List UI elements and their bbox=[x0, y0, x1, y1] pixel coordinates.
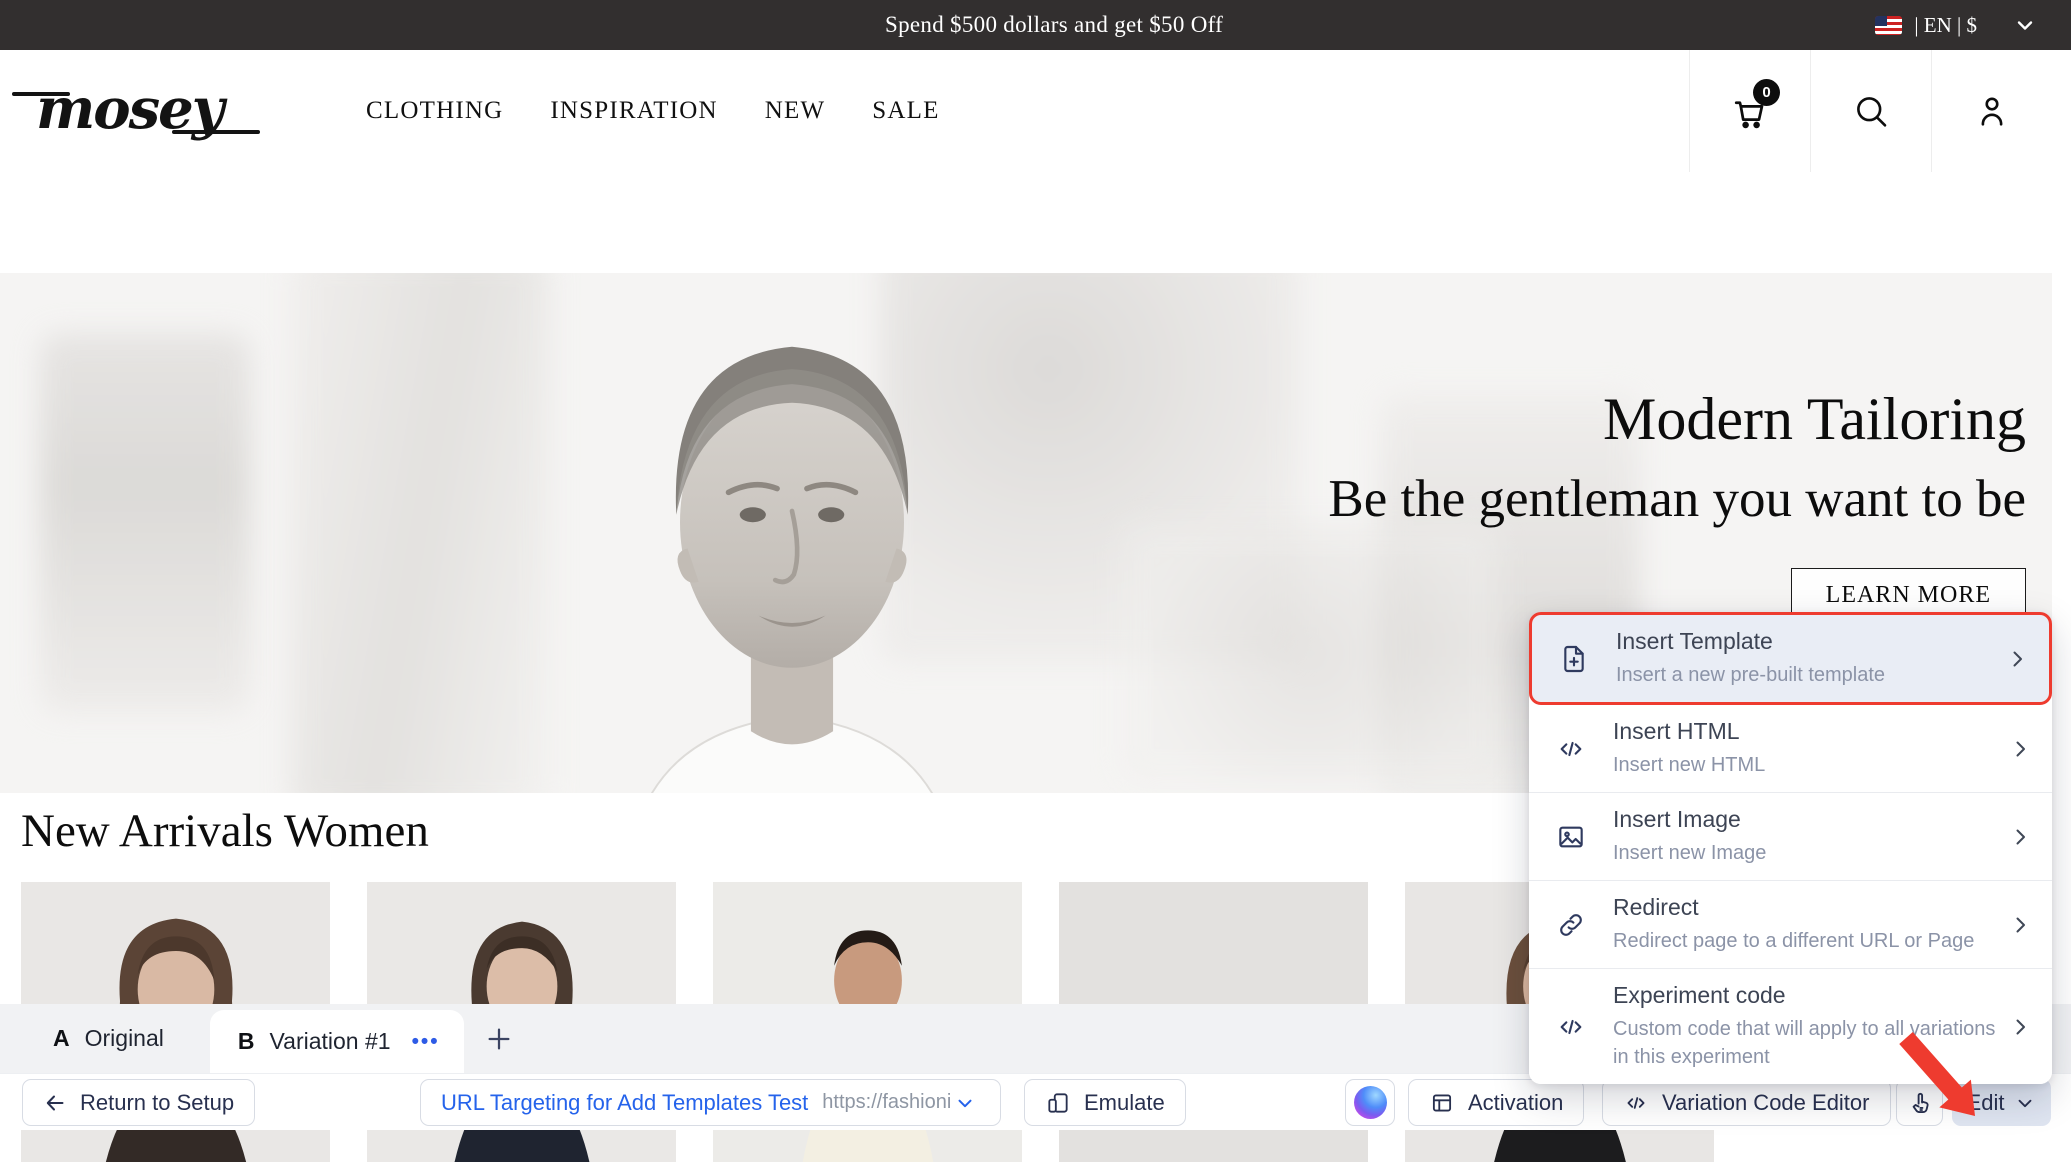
hero-subtitle: Be the gentleman you want to be bbox=[1328, 473, 2026, 526]
menu-item-title: Experiment code bbox=[1613, 982, 1996, 1009]
menu-item-subtitle: Redirect page to a different URL or Page bbox=[1613, 927, 1996, 955]
nav-links: CLOTHING INSPIRATION NEW SALE bbox=[366, 50, 940, 172]
menu-item-insert-template[interactable]: Insert Template Insert a new pre-built t… bbox=[1529, 612, 2052, 705]
variation-code-editor-button[interactable]: Variation Code Editor bbox=[1602, 1079, 1891, 1126]
hero-bg-shape bbox=[290, 273, 550, 793]
site-navbar: mosey CLOTHING INSPIRATION NEW SALE 0 bbox=[0, 50, 2071, 172]
tab-label: Original bbox=[85, 1025, 164, 1052]
ai-orb-icon bbox=[1354, 1086, 1387, 1119]
link-icon bbox=[1555, 909, 1589, 941]
hand-pointer-icon bbox=[1906, 1089, 1934, 1117]
tab-variation-1[interactable]: B Variation #1 ••• bbox=[210, 1010, 464, 1073]
nav-link-inspiration[interactable]: INSPIRATION bbox=[550, 97, 717, 125]
hero-title: Modern Tailoring bbox=[1328, 389, 2026, 449]
menu-item-experiment-code[interactable]: Experiment code Custom code that will ap… bbox=[1529, 968, 2052, 1084]
code-icon bbox=[1555, 733, 1589, 765]
interactive-mode-button[interactable] bbox=[1896, 1079, 1943, 1126]
hero-man-photo bbox=[512, 273, 1072, 793]
emulate-label: Emulate bbox=[1084, 1090, 1165, 1116]
tab-original[interactable]: A Original bbox=[0, 1004, 210, 1073]
chevron-right-icon bbox=[2008, 913, 2032, 937]
image-icon bbox=[1555, 821, 1589, 853]
menu-item-subtitle: Insert new HTML bbox=[1613, 751, 1996, 779]
devices-icon bbox=[1045, 1090, 1071, 1116]
hero-bg-shape bbox=[40, 333, 250, 713]
nav-link-sale[interactable]: SALE bbox=[872, 97, 939, 125]
menu-item-insert-image[interactable]: Insert Image Insert new Image bbox=[1529, 792, 2052, 880]
promo-text: Spend $500 dollars and get $50 Off bbox=[885, 0, 1223, 50]
menu-item-redirect[interactable]: Redirect Redirect page to a different UR… bbox=[1529, 880, 2052, 968]
hero-copy: Modern Tailoring Be the gentleman you wa… bbox=[1328, 389, 2026, 623]
cart-button[interactable]: 0 bbox=[1689, 50, 1810, 172]
edit-label: Edit bbox=[1967, 1090, 2005, 1116]
chevron-right-icon bbox=[2005, 647, 2029, 671]
code-icon bbox=[1623, 1090, 1649, 1116]
promo-banner: Spend $500 dollars and get $50 Off | EN … bbox=[0, 0, 2071, 50]
code-editor-label: Variation Code Editor bbox=[1662, 1090, 1870, 1116]
experiment-url: https://fashionize bbox=[822, 1091, 950, 1114]
chevron-right-icon bbox=[2008, 737, 2032, 761]
layout-panel-icon bbox=[1429, 1090, 1455, 1116]
edit-dropdown-button[interactable]: Edit bbox=[1952, 1079, 2051, 1126]
insert-context-menu: Insert Template Insert a new pre-built t… bbox=[1529, 612, 2052, 1084]
us-flag-icon bbox=[1875, 16, 1902, 35]
locale-label: | EN | $ bbox=[1914, 13, 1977, 38]
menu-item-insert-html[interactable]: Insert HTML Insert new HTML bbox=[1529, 705, 2052, 792]
search-button[interactable] bbox=[1810, 50, 1931, 172]
ai-assistant-button[interactable] bbox=[1345, 1079, 1395, 1126]
tab-letter: A bbox=[53, 1025, 70, 1052]
search-icon bbox=[1850, 90, 1892, 132]
activation-button[interactable]: Activation bbox=[1408, 1079, 1584, 1126]
experiment-name: URL Targeting for Add Templates Test bbox=[441, 1090, 808, 1116]
return-label: Return to Setup bbox=[80, 1090, 234, 1116]
experiment-url-selector[interactable]: URL Targeting for Add Templates Test htt… bbox=[420, 1079, 1001, 1126]
tab-label: Variation #1 bbox=[270, 1028, 391, 1055]
tab-options-dots[interactable]: ••• bbox=[412, 1030, 440, 1054]
document-plus-icon bbox=[1558, 643, 1592, 675]
chevron-right-icon bbox=[2008, 825, 2032, 849]
menu-item-subtitle: Insert new Image bbox=[1613, 839, 1996, 867]
chevron-right-icon bbox=[2008, 1015, 2032, 1039]
chevron-down-icon bbox=[954, 1092, 976, 1114]
chevron-down-icon bbox=[2014, 1092, 2036, 1114]
arrow-left-icon bbox=[43, 1091, 67, 1115]
tab-letter: B bbox=[238, 1028, 255, 1055]
menu-item-title: Insert HTML bbox=[1613, 718, 1996, 745]
menu-item-subtitle: Custom code that will apply to all varia… bbox=[1613, 1015, 1996, 1071]
add-variation-button[interactable] bbox=[484, 1024, 514, 1054]
user-icon bbox=[1971, 90, 2013, 132]
menu-item-subtitle: Insert a new pre-built template bbox=[1616, 661, 1993, 689]
cart-count-badge: 0 bbox=[1753, 79, 1780, 106]
locale-selector[interactable]: | EN | $ bbox=[1875, 0, 2037, 50]
site-logo[interactable]: mosey bbox=[36, 76, 222, 142]
menu-item-title: Redirect bbox=[1613, 894, 1996, 921]
emulate-button[interactable]: Emulate bbox=[1024, 1079, 1186, 1126]
activation-label: Activation bbox=[1468, 1090, 1563, 1116]
nav-icons: 0 bbox=[1689, 50, 2052, 172]
menu-item-title: Insert Image bbox=[1613, 806, 1996, 833]
nav-link-clothing[interactable]: CLOTHING bbox=[366, 97, 503, 125]
chevron-down-icon bbox=[2013, 13, 2037, 37]
code-icon bbox=[1555, 1011, 1589, 1043]
menu-item-title: Insert Template bbox=[1616, 628, 1993, 655]
account-button[interactable] bbox=[1931, 50, 2052, 172]
return-to-setup-button[interactable]: Return to Setup bbox=[22, 1079, 255, 1126]
nav-link-new[interactable]: NEW bbox=[765, 97, 826, 125]
